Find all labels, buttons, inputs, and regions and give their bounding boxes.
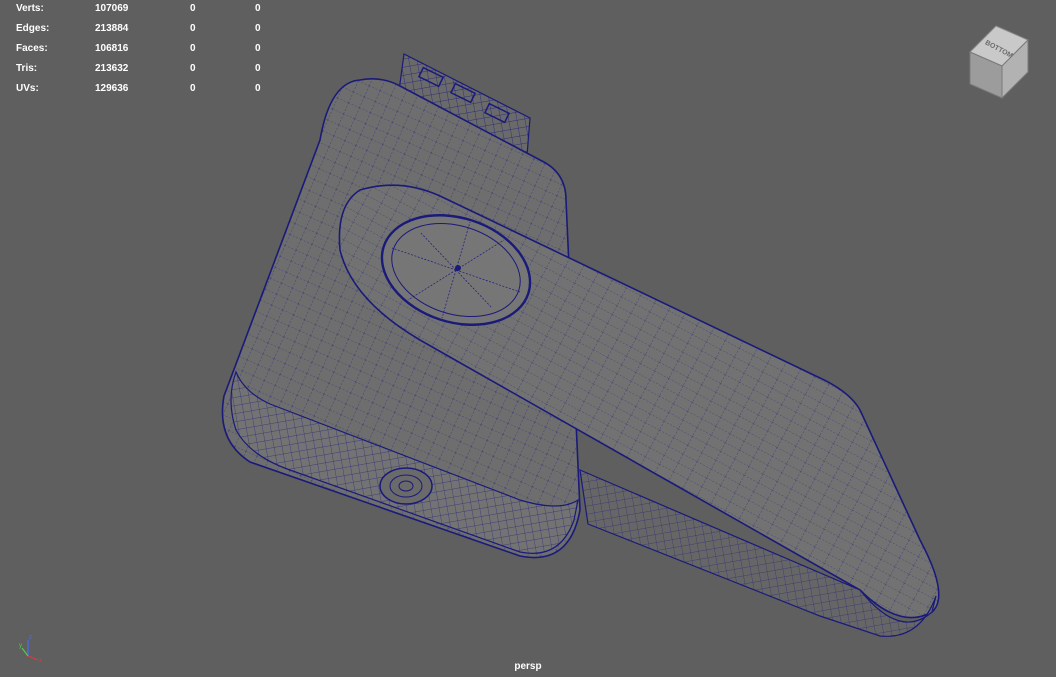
hud-label: Edges: [16,23,50,34]
hud-component: 0 [255,23,261,34]
hud-row-faces: Faces: 106816 0 0 [0,42,270,56]
hud-row-verts: Verts: 107069 0 0 [0,2,270,16]
hud-label: Faces: [16,43,48,54]
hud-selected: 0 [190,63,196,74]
hud-selected: 0 [190,43,196,54]
wireframe-model[interactable] [0,0,1056,677]
hud-total: 129636 [95,83,129,94]
viewport-persp[interactable]: Verts: 107069 0 0 Edges: 213884 0 0 Face… [0,0,1056,677]
hud-component: 0 [255,63,261,74]
camera-name-label: persp [514,661,542,672]
hud-selected: 0 [190,83,196,94]
axis-gizmo: z y x [19,635,42,664]
hud-selected: 0 [190,23,196,34]
hud-row-edges: Edges: 213884 0 0 [0,22,270,36]
hud-component: 0 [255,43,261,54]
hud-total: 107069 [95,3,129,14]
axis-z-label: z [29,635,32,641]
hud-selected: 0 [190,3,196,14]
hud-component: 0 [255,83,261,94]
hud-label: Tris: [16,63,38,74]
hud-label: UVs: [16,83,39,94]
hud-total: 213632 [95,63,129,74]
hud-label: Verts: [16,3,44,14]
axis-x-icon [27,655,39,661]
axis-y-label: y [19,643,22,649]
view-cube[interactable]: BOTTOM [962,18,1034,100]
hud-row-uvs: UVs: 129636 0 0 [0,82,270,96]
hud-total: 213884 [95,23,129,34]
axis-y-icon [21,647,29,657]
hud-total: 106816 [95,43,129,54]
hud-row-tris: Tris: 213632 0 0 [0,62,270,76]
hud-component: 0 [255,3,261,14]
